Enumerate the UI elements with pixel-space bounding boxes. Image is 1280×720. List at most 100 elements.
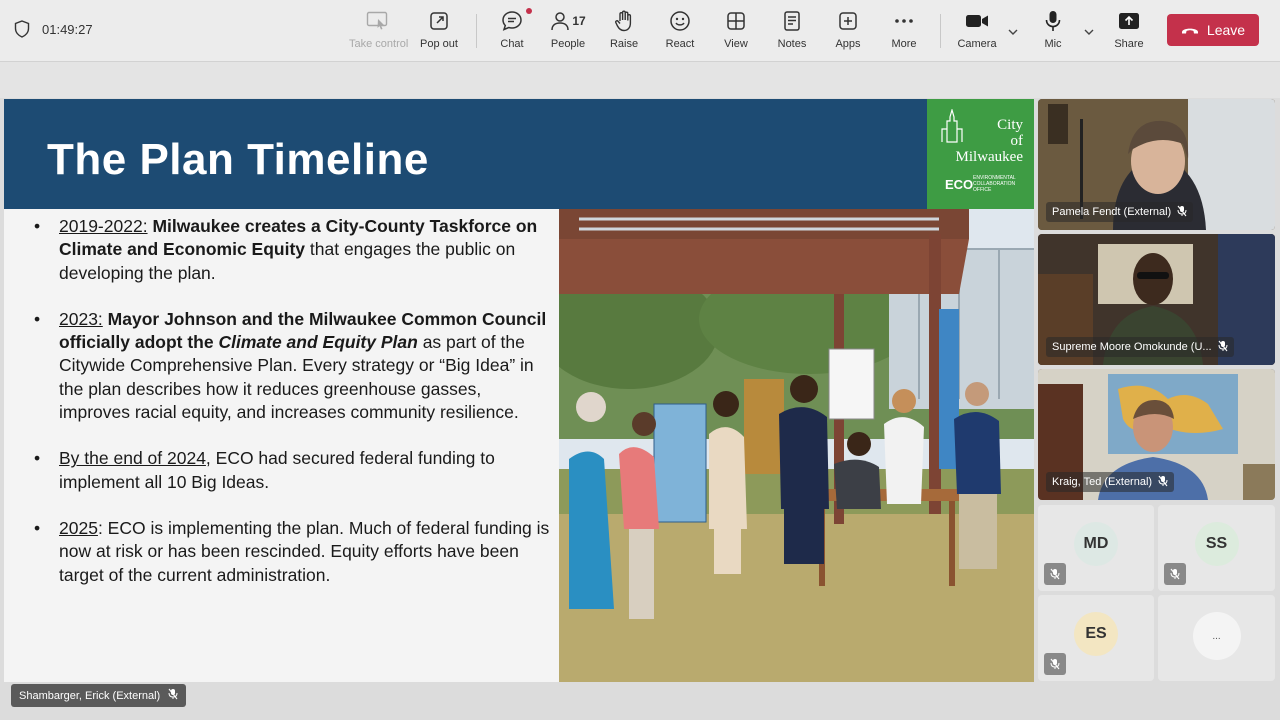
avatar: MD xyxy=(1074,522,1118,566)
notes-label: Notes xyxy=(777,38,807,50)
participant-name: Supreme Moore Omokunde (U... xyxy=(1052,341,1212,353)
participant-video-tile[interactable]: Kraig, Ted (External) xyxy=(1038,369,1275,500)
camera-icon xyxy=(949,8,1005,34)
meeting-timer: 01:49:27 xyxy=(42,21,93,37)
toolbar-divider xyxy=(476,14,477,48)
smiley-icon xyxy=(652,8,708,34)
take-control-icon xyxy=(349,8,405,34)
logo-city-text: City of Milwaukee xyxy=(943,117,1023,165)
chat-notification-dot xyxy=(526,8,532,14)
react-label: React xyxy=(665,38,695,50)
notes-button[interactable]: Notes xyxy=(764,8,820,56)
participant-name-tag: Supreme Moore Omokunde (U... xyxy=(1046,337,1234,357)
chat-button[interactable]: Chat xyxy=(484,8,540,56)
mic-label: Mic xyxy=(1044,38,1062,50)
more-participants-tile[interactable]: ... xyxy=(1158,595,1275,681)
raise-hand-button[interactable]: Raise xyxy=(596,8,652,56)
leave-button[interactable]: Leave xyxy=(1167,14,1259,46)
logo-subtitle: ENVIRONMENTAL COLLABORATION OFFICE xyxy=(973,175,1016,193)
logo-city-line1: City xyxy=(997,117,1023,133)
slide-header: The Plan Timeline xyxy=(4,99,927,209)
participant-avatar-tile[interactable]: SS xyxy=(1158,505,1275,591)
mic-button[interactable]: Mic xyxy=(1025,8,1081,56)
raise-label: Raise xyxy=(609,38,639,50)
timeline-bullet-list: 2019-2022: Milwaukee creates a City-Coun… xyxy=(32,215,552,610)
timeline-bullet: 2025: ECO is implementing the plan. Much… xyxy=(32,517,552,587)
bullet-date: 2025 xyxy=(59,517,98,538)
phone-hangup-icon xyxy=(1181,22,1199,38)
chat-label: Chat xyxy=(500,38,524,50)
timeline-bullet: By the end of 2024, ECO had secured fede… xyxy=(32,447,552,494)
muted-mic-icon xyxy=(1044,563,1066,585)
bullet-date: 2019-2022: xyxy=(59,216,148,236)
plan-signing-photo xyxy=(559,209,1034,682)
share-label: Share xyxy=(1114,38,1144,50)
bullet-italic-text: Climate and Equity Plan xyxy=(218,332,418,353)
pop-out-label: Pop out xyxy=(420,38,458,50)
city-of-milwaukee-eco-logo: City of Milwaukee ECO ENVIRONMENTAL COLL… xyxy=(927,99,1034,209)
participant-name: Kraig, Ted (External) xyxy=(1052,476,1153,488)
shield-icon xyxy=(14,20,30,38)
participant-name-tag: Kraig, Ted (External) xyxy=(1046,472,1175,492)
presenter-name: Shambarger, Erick (External) xyxy=(19,689,161,702)
avatar: SS xyxy=(1194,522,1239,566)
more-participants-button[interactable]: ... xyxy=(1192,612,1241,660)
apps-button[interactable]: Apps xyxy=(820,8,876,56)
microphone-icon xyxy=(1025,8,1081,34)
participant-video-tile[interactable]: Pamela Fendt (External) xyxy=(1038,99,1275,230)
people-button[interactable]: 17 People xyxy=(540,8,596,56)
view-label: View xyxy=(724,38,748,50)
react-button[interactable]: React xyxy=(652,8,708,56)
participant-avatar-tile[interactable]: ES xyxy=(1038,595,1154,681)
pop-out-button[interactable]: Pop out xyxy=(411,8,467,56)
people-label: People xyxy=(550,38,586,50)
camera-label: Camera xyxy=(957,38,997,50)
bullet-date: 2023: xyxy=(59,308,103,329)
apps-label: Apps xyxy=(835,38,861,50)
muted-mic-icon xyxy=(1044,653,1066,675)
more-button[interactable]: More xyxy=(876,8,932,56)
timeline-bullet: 2019-2022: Milwaukee creates a City-Coun… xyxy=(32,215,552,285)
bullet-text: : ECO is implementing the plan. Much of … xyxy=(59,517,550,585)
meeting-toolbar: 01:49:27 Take control Pop out Chat 17 Pe… xyxy=(0,0,1280,62)
meeting-info: 01:49:27 xyxy=(14,20,93,38)
people-icon xyxy=(551,12,570,31)
muted-mic-icon xyxy=(1177,205,1187,220)
more-label: More xyxy=(891,38,917,50)
share-button[interactable]: Share xyxy=(1101,8,1157,56)
apps-icon xyxy=(820,8,876,34)
participant-name-tag: Pamela Fendt (External) xyxy=(1046,202,1194,222)
participant-avatar-tile[interactable]: MD xyxy=(1038,505,1154,591)
grid-view-icon xyxy=(708,8,764,34)
participant-video-tile[interactable]: Supreme Moore Omokunde (U... xyxy=(1038,234,1275,365)
muted-mic-icon xyxy=(1164,563,1186,585)
logo-eco-text: ECO xyxy=(945,177,974,192)
notes-icon xyxy=(764,8,820,34)
timeline-bullet: 2023: Mayor Johnson and the Milwaukee Co… xyxy=(32,308,552,424)
logo-city-line3: Milwaukee xyxy=(955,149,1023,165)
shared-presentation-slide: The Plan Timeline City of Milwaukee ECO … xyxy=(4,99,1034,682)
stage-top-band xyxy=(0,62,1280,98)
raise-hand-icon xyxy=(596,8,652,34)
muted-mic-icon xyxy=(1218,340,1228,355)
bullet-date: By the end of 2024 xyxy=(59,448,206,469)
presenter-name-tag: Shambarger, Erick (External) xyxy=(11,684,187,707)
camera-button[interactable]: Camera xyxy=(949,8,1005,56)
take-control-label: Take control xyxy=(349,38,409,50)
mic-options-chevron-icon[interactable] xyxy=(1084,24,1094,38)
more-dots-icon xyxy=(876,8,932,34)
people-icon-wrap: 17 xyxy=(540,8,596,34)
toolbar-divider xyxy=(940,14,941,48)
muted-mic-icon xyxy=(168,688,178,703)
avatar: ES xyxy=(1074,612,1118,656)
share-screen-icon xyxy=(1101,8,1157,34)
participant-name: Pamela Fendt (External) xyxy=(1052,206,1172,218)
take-control-button[interactable]: Take control xyxy=(349,8,409,56)
leave-label: Leave xyxy=(1206,22,1246,38)
logo-city-line2: of xyxy=(1010,133,1024,149)
people-count: 17 xyxy=(572,14,586,28)
camera-options-chevron-icon[interactable] xyxy=(1008,24,1018,38)
chat-icon xyxy=(484,8,540,34)
view-button[interactable]: View xyxy=(708,8,764,56)
muted-mic-icon xyxy=(1158,475,1168,490)
